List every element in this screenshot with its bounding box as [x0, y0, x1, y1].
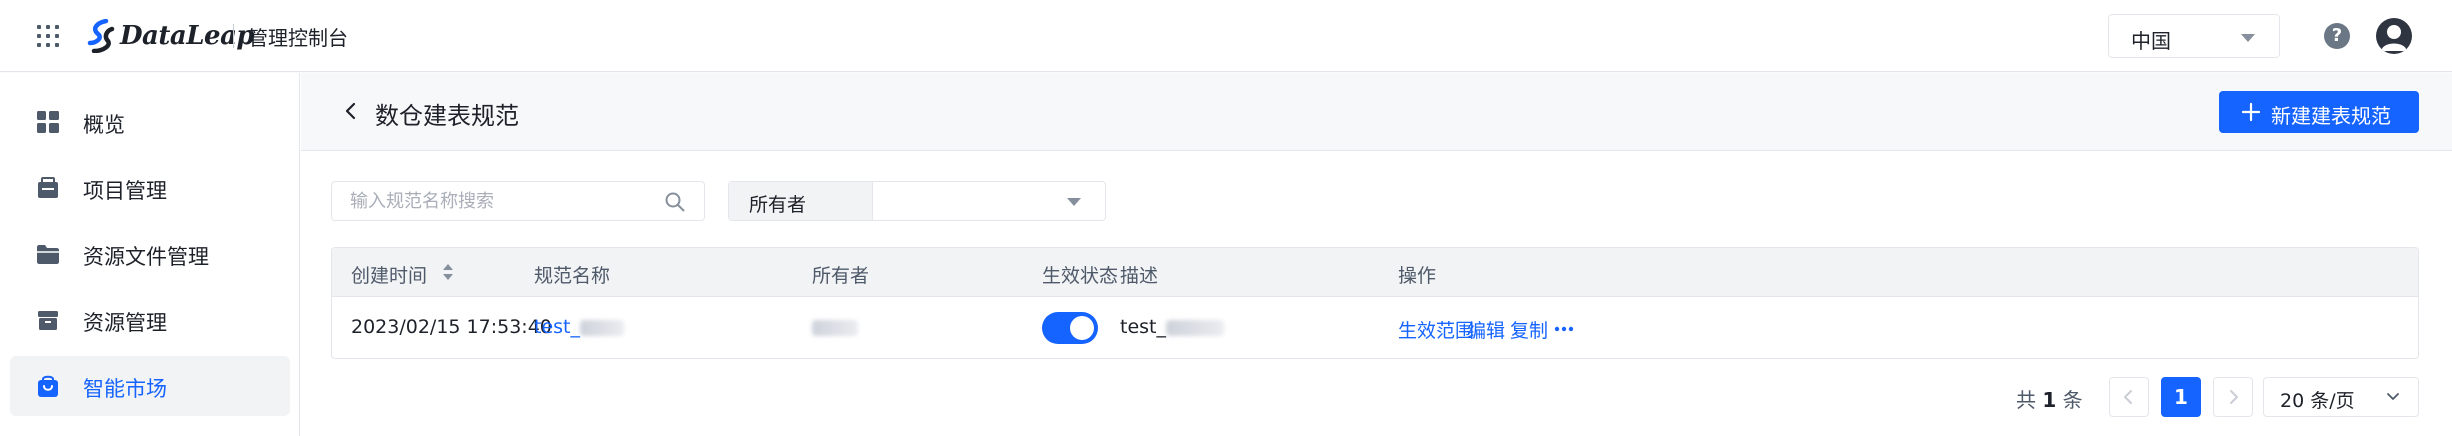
owner-filter-select[interactable]: 所有者	[728, 181, 1106, 221]
cell-description: test_	[1120, 316, 1224, 338]
sidebar-item-projects[interactable]: 项目管理	[10, 158, 290, 218]
spec-name-text: test_	[534, 316, 580, 338]
sidebar-item-label: 项目管理	[83, 179, 167, 203]
bag-icon	[38, 375, 58, 397]
sort-icon[interactable]	[442, 262, 454, 282]
action-copy-link[interactable]: 复制	[1510, 316, 1548, 343]
region-select[interactable]: 中国	[2108, 14, 2280, 58]
project-icon	[38, 177, 58, 198]
caret-down-icon	[2241, 34, 2255, 42]
total-count: 1	[2042, 388, 2057, 412]
table-row: 2023/02/15 17:53:40 test_ test_ 生效范围 编辑 …	[332, 297, 2418, 358]
total-suffix: 条	[2062, 388, 2083, 412]
back-arrow-icon[interactable]	[343, 102, 357, 120]
app-grid-icon[interactable]	[36, 24, 60, 48]
new-spec-button-label: 新建建表规范	[2271, 104, 2391, 128]
column-header-actions: 操作	[1398, 265, 1437, 287]
owner-filter-label: 所有者	[729, 182, 873, 220]
region-value: 中国	[2131, 29, 2171, 53]
box-icon	[38, 311, 58, 330]
action-edit-link[interactable]: 编辑	[1467, 316, 1505, 343]
plus-icon	[2241, 102, 2261, 122]
help-icon[interactable]: ?	[2324, 23, 2350, 49]
sidebar-item-resources[interactable]: 资源管理	[10, 290, 290, 350]
cell-created-time: 2023/02/15 17:53:40	[351, 316, 552, 338]
new-spec-button[interactable]: 新建建表规范	[2219, 91, 2419, 133]
chevron-right-icon	[2230, 390, 2238, 404]
table-header: 创建时间 规范名称 所有者 生效状态 描述 操作	[332, 248, 2418, 297]
column-header-owner: 所有者	[812, 265, 870, 287]
sidebar: 概览 项目管理 资源文件管理 资源管理 智能市场	[0, 73, 300, 436]
chevron-down-icon	[2387, 393, 2399, 400]
user-avatar[interactable]	[2376, 18, 2412, 54]
column-header-description: 描述	[1120, 265, 1159, 287]
sidebar-item-label: 智能市场	[83, 377, 167, 401]
toggle-knob	[1070, 316, 1094, 340]
user-icon	[2381, 25, 2407, 51]
cell-spec-name-link[interactable]: test_	[534, 316, 624, 338]
header-divider	[233, 24, 234, 48]
page-title: 数仓建表规范	[375, 102, 519, 130]
chevron-left-icon	[2124, 390, 2132, 404]
search-icon[interactable]	[664, 191, 686, 213]
search-box	[331, 181, 705, 221]
redacted-mask	[580, 319, 624, 336]
pagination-total: 共 1 条	[2016, 384, 2083, 413]
spec-table: 创建时间 规范名称 所有者 生效状态 描述 操作 2023/02/15 17:5…	[331, 247, 2419, 359]
status-toggle[interactable]	[1042, 312, 1098, 344]
column-header-created: 创建时间	[351, 265, 428, 287]
action-scope-link[interactable]: 生效范围	[1398, 316, 1474, 343]
sidebar-item-resource-files[interactable]: 资源文件管理	[10, 224, 290, 284]
sidebar-item-label: 资源文件管理	[83, 245, 209, 269]
prev-page-button[interactable]	[2109, 377, 2149, 417]
page-number-button[interactable]: 1	[2161, 377, 2201, 417]
sidebar-item-label: 资源管理	[83, 311, 167, 335]
main-content: 数仓建表规范 新建建表规范 所有者 创建时间 规范名称 所有者 生效状态	[301, 73, 2452, 436]
page-header: 数仓建表规范 新建建表规范	[301, 73, 2452, 151]
total-prefix: 共	[2016, 388, 2036, 412]
page-size-select[interactable]: 20 条/页	[2263, 377, 2419, 417]
sidebar-item-smart-market[interactable]: 智能市场	[10, 356, 290, 416]
page-size-value: 20 条/页	[2280, 390, 2355, 412]
console-title: 管理控制台	[248, 26, 348, 50]
redacted-mask	[1166, 319, 1224, 336]
sidebar-item-overview[interactable]: 概览	[10, 92, 290, 152]
column-header-status: 生效状态	[1042, 265, 1119, 287]
sidebar-item-label: 概览	[83, 113, 125, 137]
dataleap-logo[interactable]: DataLeap	[86, 18, 255, 54]
top-header: DataLeap 管理控制台 中国 ?	[0, 0, 2452, 72]
next-page-button[interactable]	[2213, 377, 2253, 417]
description-text: test_	[1120, 316, 1166, 338]
dataleap-logo-mark-icon	[87, 19, 115, 53]
dashboard-icon	[37, 111, 59, 133]
search-input[interactable]	[332, 182, 652, 220]
more-icon[interactable]	[1554, 326, 1574, 332]
folder-icon	[37, 245, 59, 264]
redacted-mask	[812, 319, 858, 336]
caret-down-icon	[1067, 198, 1081, 206]
column-header-name: 规范名称	[534, 265, 611, 287]
cell-owner	[812, 316, 858, 338]
